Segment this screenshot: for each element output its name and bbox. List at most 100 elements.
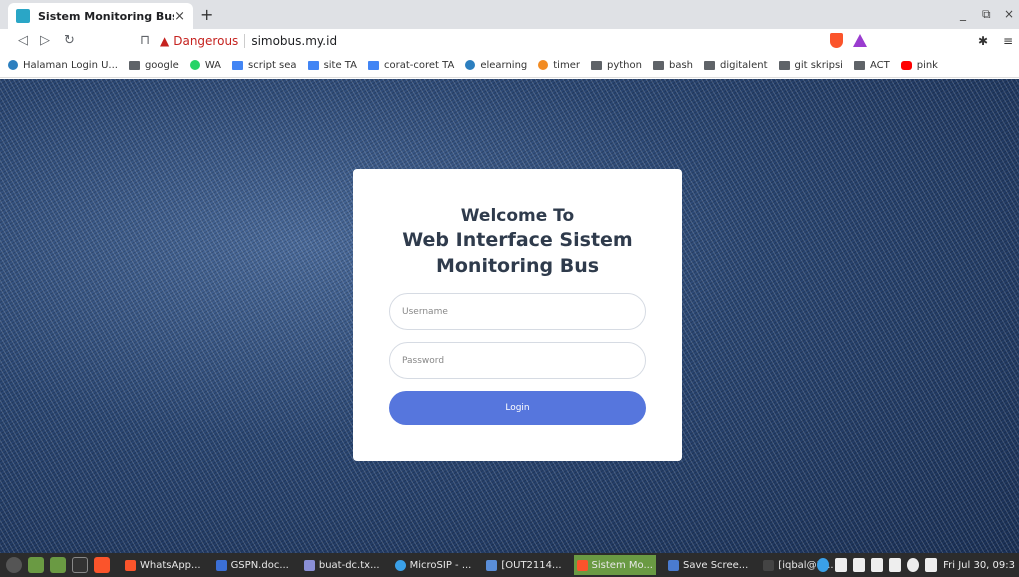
tab-close-icon[interactable]: × (174, 9, 185, 24)
document-icon (215, 559, 227, 571)
brave-shield-icon[interactable] (830, 33, 843, 48)
task-label: MicroSIP - ... (409, 559, 472, 571)
taskbar-task-active[interactable]: Sistem Mo... (573, 555, 656, 575)
security-status[interactable]: Dangerous (173, 34, 238, 48)
volume-icon[interactable] (925, 558, 938, 572)
bookmark-item[interactable]: corat-coret TA (367, 59, 455, 71)
taskbar-task[interactable]: Save Scree... (665, 555, 751, 575)
window-icon[interactable] (889, 558, 902, 572)
address-separator (244, 34, 246, 48)
bookmark-label: ACT (869, 59, 890, 71)
bookmark-label: pink (916, 59, 938, 71)
task-label: WhatsApp... (140, 559, 201, 571)
task-label: Save Scree... (682, 559, 749, 571)
new-tab-button[interactable]: + (200, 5, 213, 24)
url-text[interactable]: simobus.my.id (251, 34, 337, 48)
minimize-button[interactable]: _ (960, 7, 966, 21)
microsip-icon (394, 559, 406, 571)
bookmark-item[interactable]: site TA (307, 60, 357, 71)
bookmark-item[interactable]: python (590, 59, 642, 71)
welcome-heading: Welcome To Web Interface Sistem Monitori… (353, 205, 682, 279)
bookmark-item[interactable]: Halaman Login U... (8, 60, 118, 71)
folder-icon (778, 60, 790, 70)
taskbar-task[interactable]: GSPN.doc... (213, 555, 292, 575)
welcome-line-1: Welcome To (460, 206, 575, 226)
bookmark-item[interactable]: pink (900, 59, 938, 71)
menu-icon[interactable]: ≡ (1003, 34, 1013, 48)
os-taskbar: WhatsApp... GSPN.doc... buat-dc.tx... Mi… (0, 553, 1019, 577)
screenshot-icon (667, 559, 679, 571)
bookmark-icon[interactable]: ⊓ (140, 33, 150, 48)
taskbar-task[interactable]: MicroSIP - ... (392, 555, 475, 575)
folder-icon (652, 60, 664, 70)
taskbar-task[interactable]: WhatsApp... (122, 555, 204, 575)
denim-background: Welcome To Web Interface Sistem Monitori… (0, 79, 1019, 553)
username-input[interactable] (389, 293, 646, 330)
reload-icon[interactable]: ↻ (64, 33, 75, 48)
clock[interactable]: Fri Jul 30, 09:3 (943, 560, 1015, 571)
taskbar-task[interactable]: [OUT2114... (483, 555, 564, 575)
docs-icon (232, 60, 244, 70)
site-favicon-icon (16, 9, 30, 23)
bookmark-label: python (606, 59, 642, 71)
text-editor-icon (303, 559, 315, 571)
bookmark-label: script sea (248, 59, 297, 71)
bookmark-item[interactable]: digitalent (704, 60, 768, 71)
bookmarks-bar: Halaman Login U... google WA script sea … (0, 53, 1019, 78)
sites-icon (307, 60, 319, 70)
system-tray: Fri Jul 30, 09:3 (811, 553, 1015, 577)
login-button[interactable]: Login (389, 391, 646, 425)
login-card: Welcome To Web Interface Sistem Monitori… (353, 169, 682, 461)
docs-icon (367, 60, 379, 70)
bookmark-label: elearning (480, 59, 528, 71)
back-icon[interactable]: ◁ (18, 33, 28, 48)
password-input[interactable] (389, 342, 646, 379)
desktop-icon[interactable] (28, 557, 44, 573)
bookmark-label: Halaman Login U... (23, 59, 118, 71)
shield-icon[interactable] (871, 558, 884, 572)
files-icon[interactable] (50, 557, 66, 573)
chat-icon[interactable] (907, 558, 920, 572)
bookmark-item[interactable]: timer (538, 60, 580, 71)
bookmark-label: corat-coret TA (383, 59, 455, 71)
brave-icon (125, 559, 136, 571)
media-icon (486, 559, 498, 571)
welcome-line-3: Monitoring Bus (435, 255, 600, 277)
whatsapp-icon (189, 60, 200, 70)
window-close-button[interactable]: × (1004, 7, 1014, 21)
folder-icon (128, 60, 140, 70)
task-label: GSPN.doc... (230, 559, 289, 571)
address-bar[interactable]: ▲ Dangerous simobus.my.id (160, 31, 880, 51)
brave-icon[interactable] (94, 557, 110, 573)
browser-tab[interactable]: Sistem Monitoring Bus × (8, 3, 193, 29)
bookmark-item[interactable]: bash (652, 59, 693, 71)
network-icon[interactable] (817, 558, 830, 572)
folder-icon (853, 60, 865, 70)
bookmark-item[interactable]: elearning (465, 60, 527, 71)
bookmark-label: bash (668, 59, 693, 71)
bookmark-item[interactable]: git skripsi (778, 59, 843, 71)
youtube-icon (900, 60, 912, 70)
bookmark-item[interactable]: ACT (853, 59, 890, 71)
welcome-line-2: Web Interface Sistem (402, 229, 633, 251)
task-label: [OUT2114... (501, 559, 562, 571)
bookmark-item[interactable]: google (128, 59, 179, 71)
bookmark-label: git skripsi (794, 59, 843, 71)
taskbar-task[interactable]: buat-dc.tx... (301, 555, 383, 575)
warning-icon: ▲ (160, 34, 170, 48)
brave-icon (576, 559, 588, 571)
clipboard-icon[interactable] (835, 558, 848, 572)
forward-icon[interactable]: ▷ (40, 33, 50, 48)
brave-rewards-icon[interactable] (853, 34, 867, 47)
update-icon[interactable] (853, 558, 866, 572)
app-menu-icon[interactable] (6, 557, 22, 573)
extensions-icon[interactable]: ✱ (978, 34, 988, 48)
bookmark-label: google (144, 59, 179, 71)
bookmark-item[interactable]: script sea (232, 60, 297, 71)
bookmark-label: WA (204, 59, 222, 71)
restore-button[interactable]: ⧉ (982, 7, 991, 22)
terminal-icon[interactable] (72, 557, 88, 573)
task-label: buat-dc.tx... (318, 559, 380, 571)
browser-tab-bar: Sistem Monitoring Bus × + _ ⧉ × (0, 0, 1019, 29)
bookmark-item[interactable]: WA (189, 59, 222, 71)
